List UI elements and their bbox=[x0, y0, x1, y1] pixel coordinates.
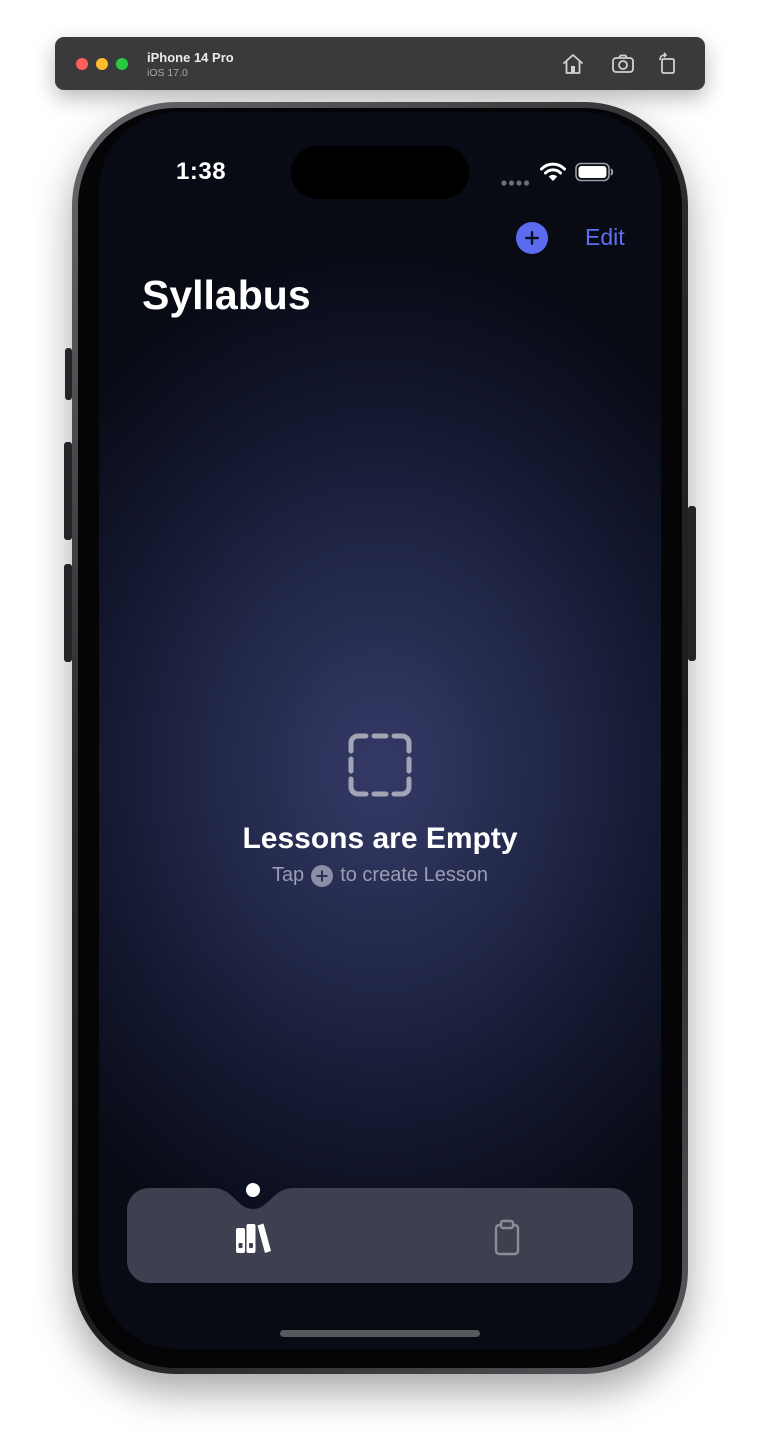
window-minimize-button[interactable] bbox=[96, 58, 108, 70]
home-icon[interactable] bbox=[560, 51, 586, 77]
tab-selection-indicator bbox=[246, 1183, 260, 1197]
action-button bbox=[65, 348, 72, 400]
hint-suffix: to create Lesson bbox=[340, 864, 489, 886]
simulator-title-bar: iPhone 14 Pro iOS 17.0 bbox=[55, 37, 705, 90]
books-icon bbox=[236, 1223, 271, 1253]
dashed-square-icon bbox=[348, 733, 412, 797]
simulator-stage: iPhone 14 Pro iOS 17.0 1:38 Edit Syllabu… bbox=[0, 0, 760, 1453]
dynamic-island bbox=[291, 146, 469, 199]
hint-prefix: Tap bbox=[271, 864, 305, 886]
tab-clipboard[interactable] bbox=[482, 1217, 532, 1263]
volume-down-button bbox=[64, 564, 72, 662]
os-version: iOS 17.0 bbox=[147, 67, 188, 79]
window-zoom-button[interactable] bbox=[116, 58, 128, 70]
plus-circle-icon bbox=[311, 864, 334, 887]
add-lesson-button[interactable] bbox=[516, 222, 548, 254]
clipboard-icon bbox=[494, 1219, 520, 1256]
plus-circle-icon bbox=[525, 231, 539, 245]
status-time: 1:38 bbox=[176, 158, 227, 185]
empty-state-hint: Tap to create Lesson bbox=[99, 864, 661, 887]
battery-icon bbox=[575, 162, 615, 182]
volume-up-button bbox=[64, 442, 72, 540]
wifi-icon bbox=[540, 162, 566, 182]
power-button bbox=[688, 506, 696, 661]
tab-bar bbox=[127, 1188, 633, 1283]
tab-lessons[interactable] bbox=[227, 1217, 279, 1263]
home-indicator bbox=[280, 1330, 480, 1337]
edit-button[interactable]: Edit bbox=[585, 224, 625, 251]
screenshot-icon[interactable] bbox=[610, 51, 636, 77]
cellular-signal-icon bbox=[501, 174, 531, 186]
window-close-button[interactable] bbox=[76, 58, 88, 70]
device-name: iPhone 14 Pro bbox=[147, 50, 234, 65]
page-title: Syllabus bbox=[142, 272, 311, 318]
rotate-icon[interactable] bbox=[655, 51, 681, 77]
empty-state-title: Lessons are Empty bbox=[242, 822, 518, 855]
phone-screen: 1:38 Edit Syllabus Lessons are Empty Tap… bbox=[99, 112, 661, 1349]
